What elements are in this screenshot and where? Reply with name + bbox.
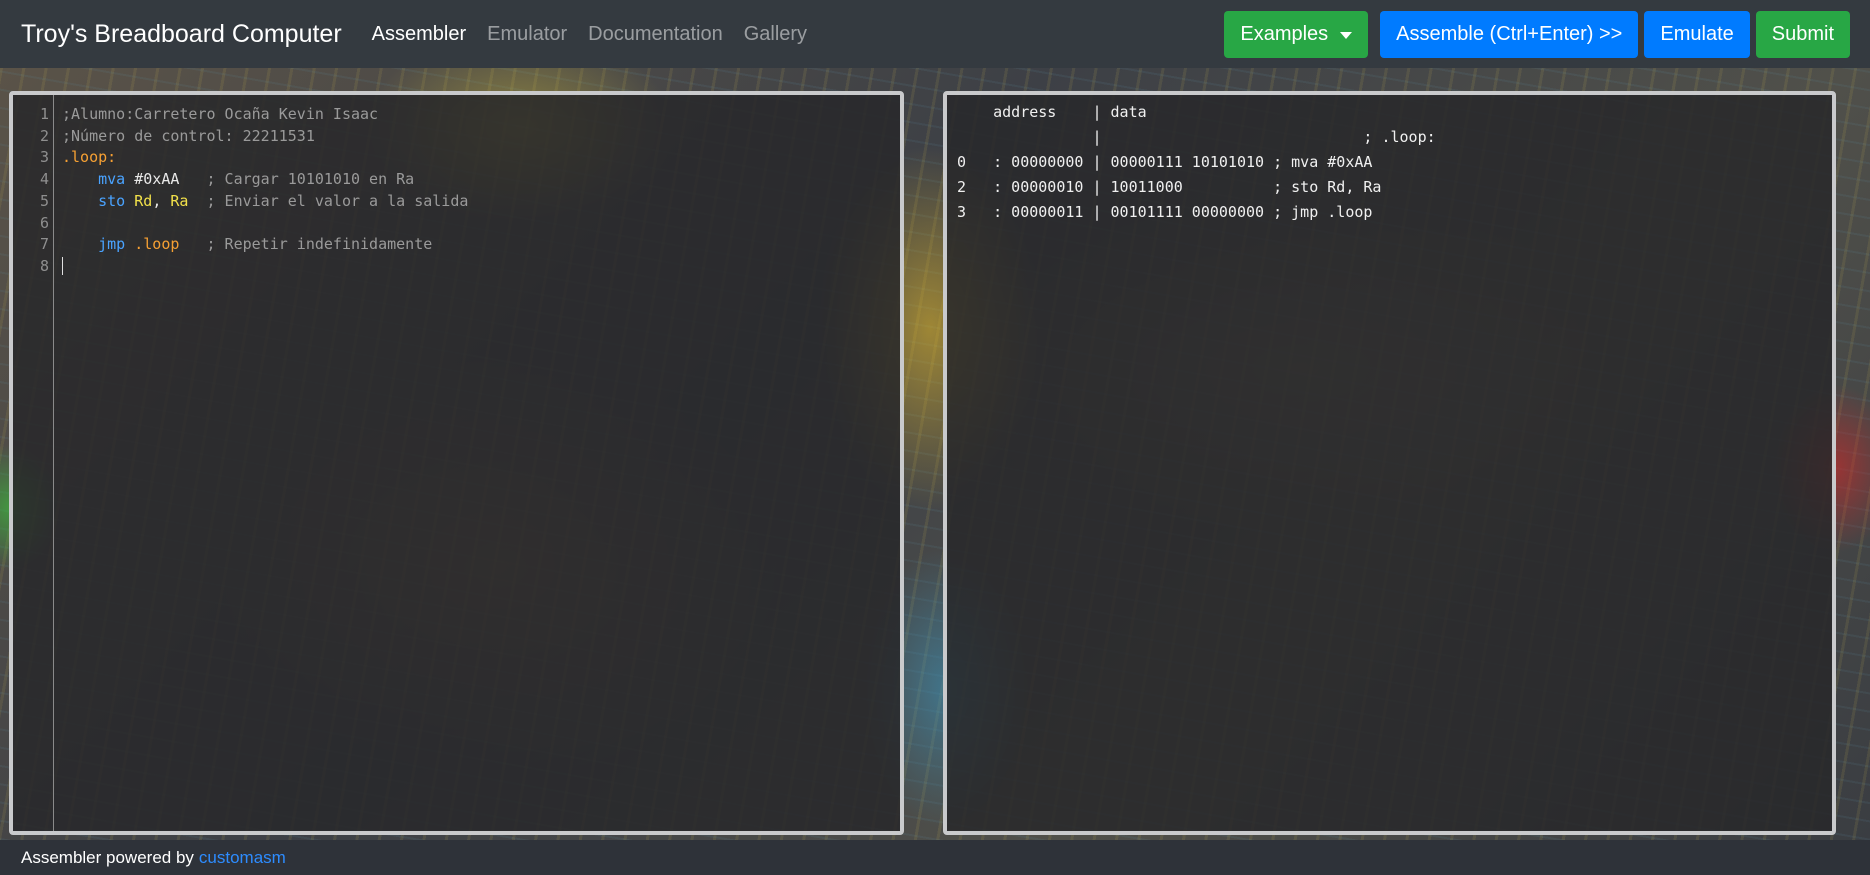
code-comment: ;Alumno:Carretero Ocaña Kevin Isaac <box>62 105 379 123</box>
navbar: Troy's Breadboard Computer Assembler Emu… <box>0 0 1870 68</box>
output-lines: address | data | ; .loop: 0 : 00000000 |… <box>957 100 1826 225</box>
code-line: .loop: <box>62 147 896 169</box>
nav-gallery[interactable]: Gallery <box>744 23 807 46</box>
code-line: ;Número de control: 22211531 <box>62 126 896 148</box>
code-comment: ; Enviar el valor a la salida <box>206 191 469 210</box>
code-mnemonic: sto <box>98 191 126 210</box>
output-line: 0 : 00000000 | 00000111 10101010 ; mva #… <box>957 153 1373 171</box>
code-comment: ;Número de control: 22211531 <box>62 126 315 145</box>
line-number: 4 <box>39 170 49 189</box>
code-label: .loop: <box>62 148 117 167</box>
toolbar: Examples Assemble (Ctrl+Enter) >> Emulat… <box>1224 11 1850 58</box>
code-editor[interactable]: 1 2 3 4 5 6 7 8 ;Alumno:Carretero Ocaña … <box>9 91 904 835</box>
line-number: 7 <box>39 235 49 254</box>
nav-assembler[interactable]: Assembler <box>372 23 466 46</box>
line-number: 1 <box>39 105 49 123</box>
nav-documentation[interactable]: Documentation <box>588 23 723 46</box>
code-comment: ; Repetir indefinidamente <box>206 235 433 254</box>
brand-title[interactable]: Troy's Breadboard Computer <box>21 20 342 49</box>
code-register: Ra <box>170 191 189 210</box>
assembly-output: address | data | ; .loop: 0 : 00000000 |… <box>943 91 1836 835</box>
code-line: jmp .loop ; Repetir indefinidamente <box>62 234 896 256</box>
code-line: ;Alumno:Carretero Ocaña Kevin Isaac <box>62 104 896 126</box>
examples-label: Examples <box>1240 23 1329 45</box>
line-number-gutter: 1 2 3 4 5 6 7 8 <box>13 95 54 831</box>
footer: Assembler powered by customasm <box>0 840 1870 875</box>
line-number: 5 <box>39 191 49 210</box>
caret-down-icon <box>1340 32 1353 39</box>
submit-button[interactable]: Submit <box>1755 11 1850 58</box>
output-line: 2 : 00000010 | 10011000 ; sto Rd, Ra <box>957 178 1382 196</box>
code-mnemonic: mva <box>98 170 126 189</box>
code-operand: #0xAA <box>134 170 180 189</box>
nav-emulator[interactable]: Emulator <box>487 23 567 46</box>
code-lines[interactable]: ;Alumno:Carretero Ocaña Kevin Isaac ;Núm… <box>62 104 896 278</box>
assemble-button[interactable]: Assemble (Ctrl+Enter) >> <box>1380 11 1639 58</box>
line-number: 3 <box>39 148 49 167</box>
code-separator: , <box>152 191 162 210</box>
output-line: | ; .loop: <box>957 128 1436 146</box>
examples-dropdown-button[interactable]: Examples <box>1224 11 1369 58</box>
footer-text: Assembler powered by <box>21 847 194 867</box>
text-cursor <box>62 257 63 276</box>
code-line: sto Rd, Ra ; Enviar el valor a la salida <box>62 191 896 213</box>
line-number: 6 <box>39 213 49 232</box>
line-number: 2 <box>39 126 49 145</box>
code-line: mva #0xAA ; Cargar 10101010 en Ra <box>62 169 896 191</box>
code-register: Rd <box>134 191 153 210</box>
emulate-button[interactable]: Emulate <box>1644 11 1750 58</box>
customasm-link[interactable]: customasm <box>199 848 286 868</box>
code-label-ref: .loop <box>134 235 180 254</box>
code-mnemonic: jmp <box>98 235 126 254</box>
line-number: 8 <box>39 256 49 275</box>
output-line: 3 : 00000011 | 00101111 00000000 ; jmp .… <box>957 203 1373 221</box>
code-line <box>62 256 896 278</box>
code-comment: ; Cargar 10101010 en Ra <box>206 170 415 189</box>
output-header: address | data <box>957 103 1147 121</box>
